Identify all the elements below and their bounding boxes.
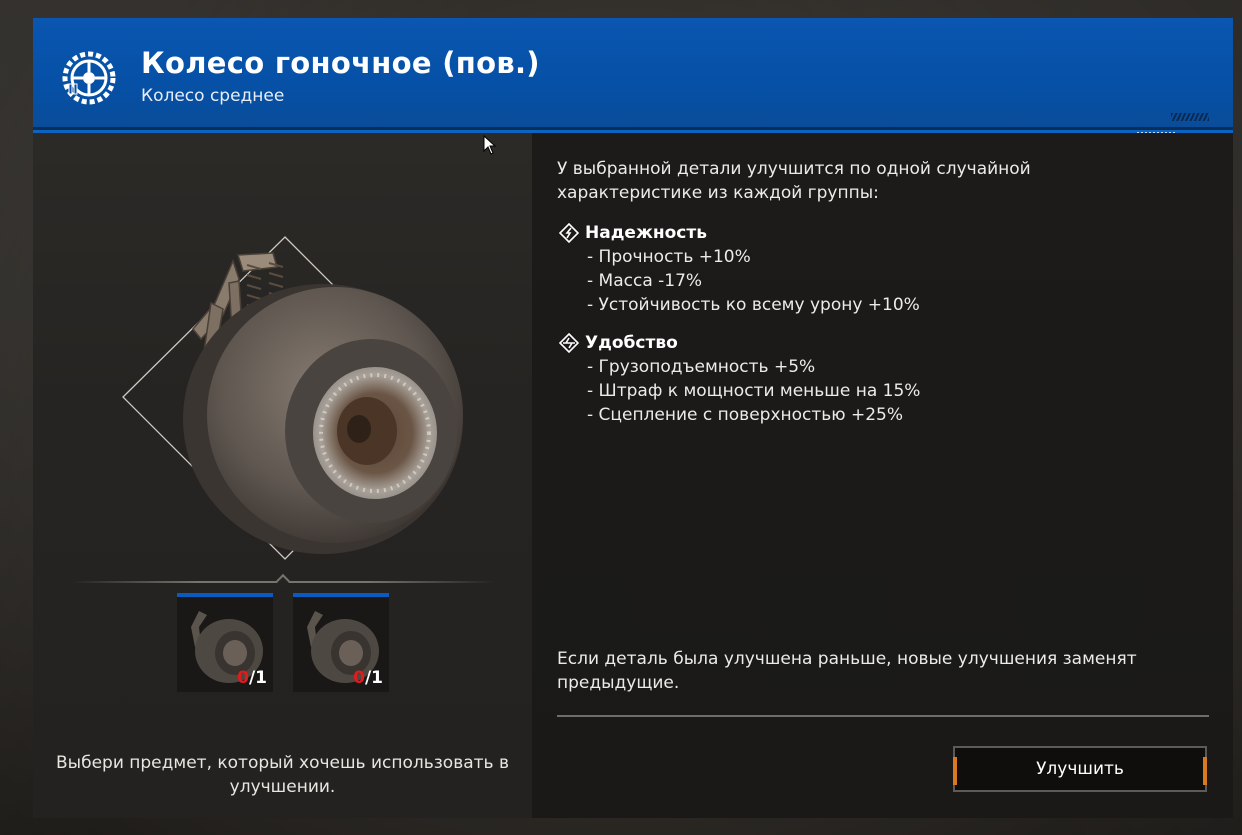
stat-group-reliability: Надежность - Прочность +10% - Масса -17%…	[559, 221, 1159, 317]
wheel-preview	[122, 236, 463, 560]
upgrade-intro-text: У выбранной детали улучшится по одной сл…	[557, 159, 1031, 203]
stat-item: - Устойчивость ко всему урону +10%	[587, 295, 920, 315]
material-slot-2[interactable]: 0/1	[293, 593, 389, 692]
mouse-cursor-icon	[483, 135, 497, 155]
replace-upgrades-note: Если деталь была улучшена раньше, новые …	[557, 649, 1137, 693]
group-title: Надежность	[585, 223, 707, 243]
header-hatch-decoration	[1171, 113, 1209, 121]
upgrade-button-label: Улучшить	[1036, 759, 1124, 779]
button-right-tab	[1203, 757, 1207, 785]
page-title: Колесо гоночное (пов.)	[141, 46, 540, 80]
upgrade-info-panel: У выбранной детали улучшится по одной сл…	[532, 133, 1233, 818]
convenience-diamond-icon	[559, 333, 579, 353]
stat-group-convenience: Удобство - Грузоподъемность +5% - Штраф …	[559, 331, 1159, 427]
button-left-tab	[953, 757, 957, 785]
wheel-upgrade-icon	[62, 51, 116, 105]
wheel	[183, 284, 463, 554]
stat-item: - Сцепление с поверхностью +25%	[587, 405, 904, 425]
preview-divider-notch	[275, 573, 291, 589]
stat-item: - Прочность +10%	[587, 247, 751, 267]
dialog-header: Колесо гоночное (пов.) Колесо среднее	[33, 18, 1233, 131]
stat-item: - Грузоподъемность +5%	[587, 357, 816, 377]
upgrade-button[interactable]: Улучшить	[953, 746, 1207, 792]
material-slot-1[interactable]: 0/1	[177, 593, 273, 692]
stat-item: - Масса -17%	[587, 271, 703, 291]
group-title: Удобство	[585, 333, 678, 353]
select-item-hint: Выбери предмет, который хочешь использов…	[56, 753, 509, 797]
slot-count: 0/1	[237, 668, 267, 688]
stat-item: - Штраф к мощности меньше на 15%	[587, 381, 921, 401]
item-preview-panel: 0/1 0/1 Выбери предмет, который хочешь и…	[33, 133, 532, 818]
info-divider	[557, 715, 1209, 717]
page-subtitle: Колесо среднее	[141, 86, 285, 106]
slot-count: 0/1	[353, 668, 383, 688]
reliability-diamond-icon	[559, 223, 579, 243]
upgrade-dialog: Колесо гоночное (пов.) Колесо среднее 0/…	[33, 18, 1233, 818]
